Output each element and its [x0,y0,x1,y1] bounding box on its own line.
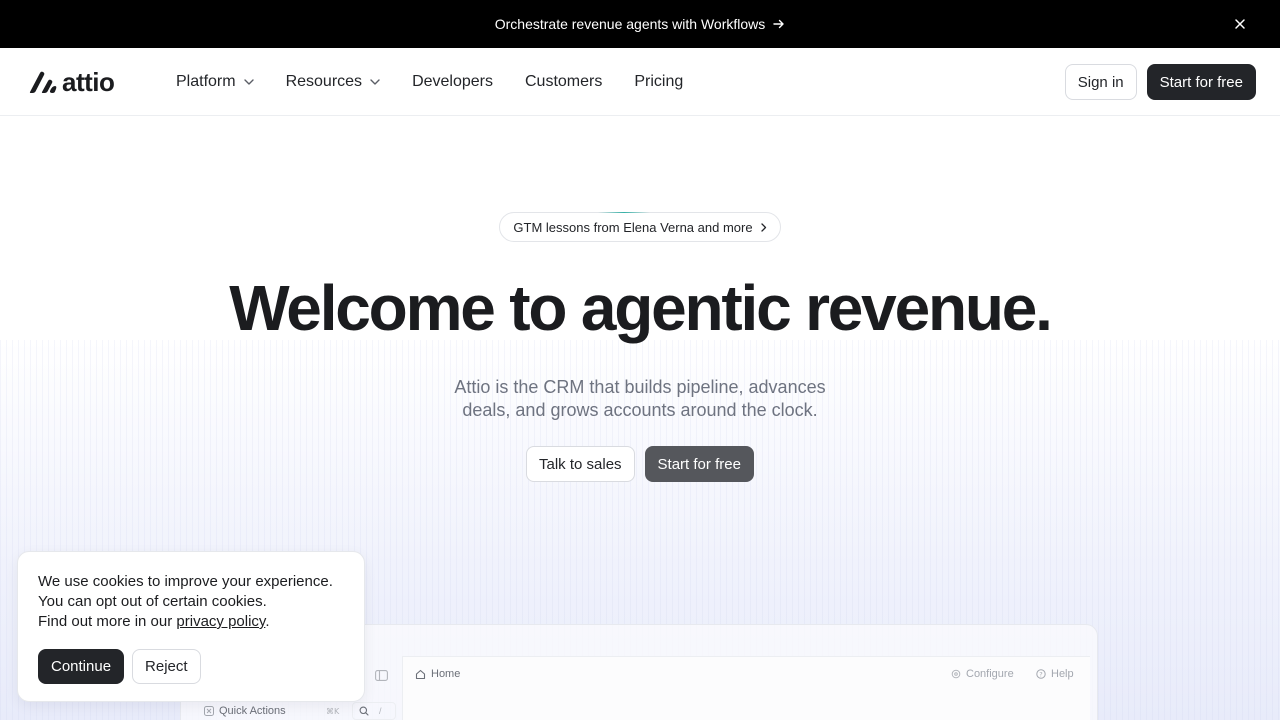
start-for-free-hero-button[interactable]: Start for free [644,446,754,482]
main-menu: Platform Resources Developers Customers … [176,48,683,116]
nav-item-label: Resources [285,73,363,90]
cookie-reject-button[interactable]: Reject [132,649,201,684]
preview-home: Home [415,668,460,680]
nav-item-label: Platform [176,73,236,90]
home-icon [415,669,426,679]
preview-help: ? Help [1036,668,1074,680]
start-for-free-nav-button[interactable]: Start for free [1146,64,1256,100]
preview-configure: Configure [951,668,1014,680]
nav-item-platform[interactable]: Platform [176,73,254,91]
announcement-pill[interactable]: GTM lessons from Elena Verna and more [499,212,781,242]
nav-item-label: Developers [412,73,493,90]
cookie-continue-button[interactable]: Continue [38,649,125,684]
preview-configure-label: Configure [966,668,1014,680]
cookie-banner: We use cookies to improve your experienc… [17,551,365,702]
hero-headline: Welcome to agentic revenue. [229,272,1053,344]
logo-wordmark: attio [62,67,115,97]
privacy-policy-link[interactable]: privacy policy [176,613,265,630]
top-nav: attio Platform Resources Developers Cust… [0,48,1280,116]
preview-shortcut: ⌘K [326,707,340,716]
cookie-text: We use cookies to improve your experienc… [38,572,348,632]
talk-to-sales-button[interactable]: Talk to sales [526,446,635,482]
quick-actions-icon [204,706,214,716]
announcement-close-button[interactable] [1232,16,1248,32]
sidebar-toggle-icon [375,668,388,686]
chevron-down-icon [370,79,380,85]
hero-subtitle: Attio is the CRM that builds pipeline, a… [454,377,826,420]
preview-search: / [352,702,396,720]
attio-logo[interactable]: attio [28,67,115,97]
arrow-right-icon [773,19,784,29]
preview-home-label: Home [431,668,461,680]
nav-item-pricing[interactable]: Pricing [634,73,683,91]
cookie-actions: Continue Reject [38,649,201,684]
preview-help-label: Help [1051,668,1074,680]
cookie-line-3-prefix: Find out more in our [38,613,173,630]
cookie-line-1: We use cookies to improve your experienc… [38,573,333,590]
nav-item-developers[interactable]: Developers [412,73,493,91]
cookie-line-3-suffix: . [265,613,270,630]
hero-cta-group: Talk to sales Start for free [526,446,754,482]
gear-icon [951,669,961,679]
nav-item-label: Pricing [634,73,684,90]
announcement-link[interactable]: Orchestrate revenue agents with Workflow… [495,16,786,32]
help-icon: ? [1036,669,1046,679]
search-icon [359,706,369,716]
nav-item-resources[interactable]: Resources [286,73,380,91]
cookie-line-2: You can opt out of certain cookies. [38,593,267,610]
app-preview-main [402,656,1090,720]
attio-logo-icon [29,71,57,93]
close-icon [1235,19,1245,29]
cookie-line-3: Find out more in our privacy policy. [38,612,348,632]
preview-quick-actions-label: Quick Actions [219,705,286,717]
nav-item-label: Customers [525,73,603,90]
preview-quick-actions: Quick Actions [204,705,286,717]
preview-search-slash: / [379,706,382,716]
sign-in-button[interactable]: Sign in [1064,64,1137,100]
pill-text: GTM lessons from Elena Verna and more [513,219,753,235]
nav-actions: Sign in Start for free [1064,64,1256,100]
announcement-bar: Orchestrate revenue agents with Workflow… [0,0,1280,48]
chevron-right-icon [760,222,766,232]
nav-item-customers[interactable]: Customers [525,73,602,91]
svg-text:?: ? [1039,670,1042,678]
announcement-text: Orchestrate revenue agents with Workflow… [494,16,766,32]
chevron-down-icon [243,79,254,85]
